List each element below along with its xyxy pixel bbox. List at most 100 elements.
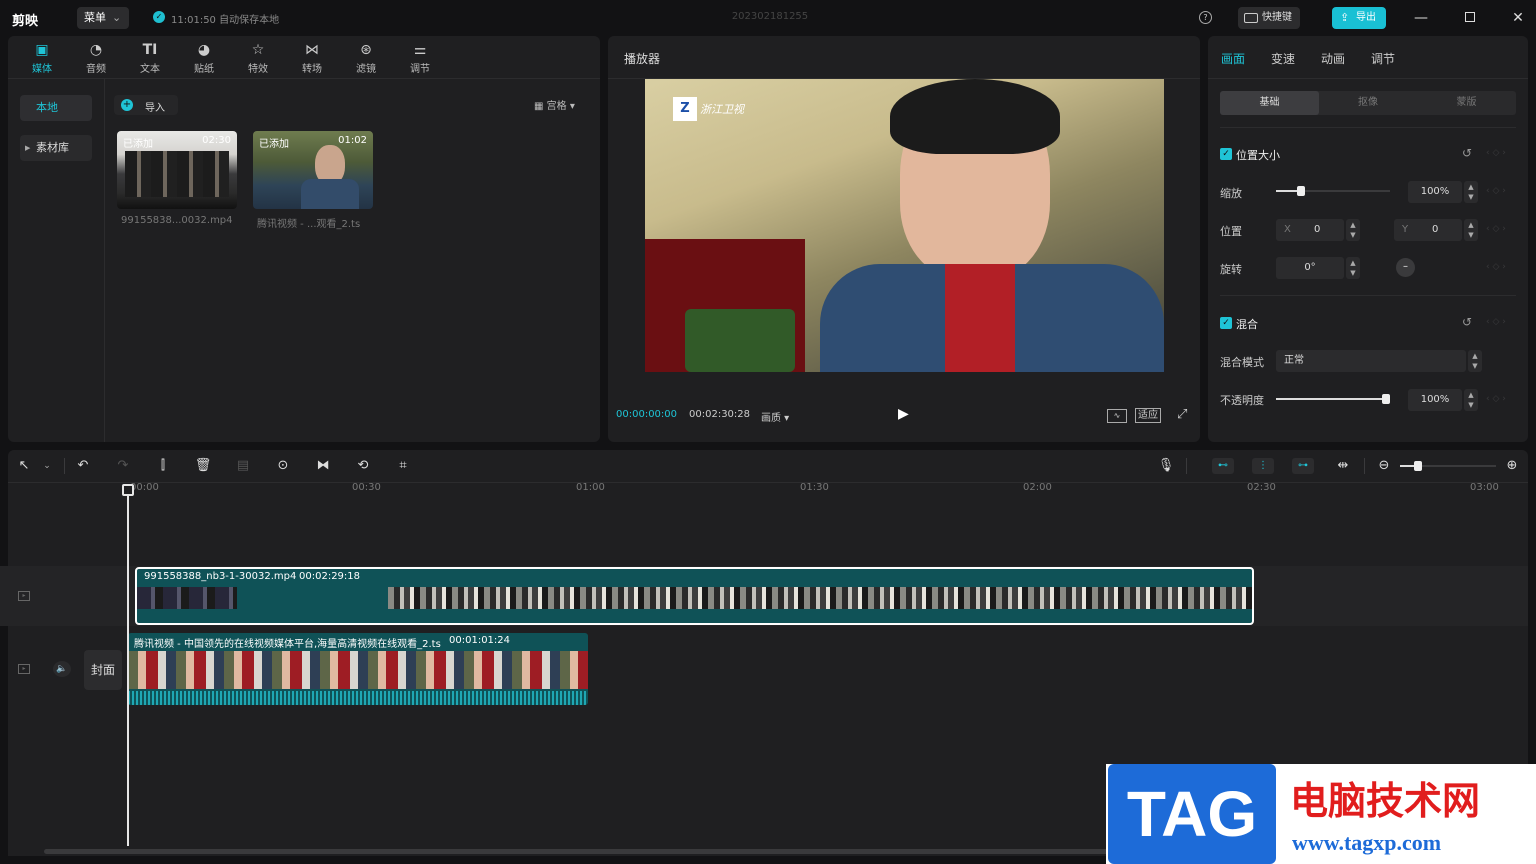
tool-adjust[interactable]: ⚌ 调节 — [400, 40, 440, 75]
segment-basic[interactable]: 基础 — [1220, 91, 1319, 115]
reset-icon[interactable]: ↺ — [1462, 146, 1472, 160]
auto-snap-icon[interactable]: ⋮ — [1252, 458, 1274, 474]
maximize-icon[interactable] — [1461, 9, 1479, 27]
divider — [1208, 78, 1528, 79]
watermark-tag: TAG — [1108, 764, 1276, 864]
export-button[interactable]: ⇪ 导出 — [1332, 7, 1386, 29]
slider-handle[interactable] — [1414, 461, 1422, 471]
position-y-input[interactable]: Y0 — [1394, 219, 1462, 241]
scale-slider[interactable] — [1276, 186, 1390, 196]
tool-filter[interactable]: ⊛ 滤镜 — [346, 40, 386, 75]
zoom-slider[interactable] — [1400, 461, 1496, 471]
segment-mask[interactable]: 蒙版 — [1417, 91, 1516, 115]
blend-checkbox[interactable]: ✓ — [1220, 317, 1232, 329]
rotation-dial-icon[interactable]: – — [1396, 258, 1415, 277]
blend-mode-stepper[interactable]: ▲ ▼ — [1468, 350, 1482, 372]
fit-button[interactable]: 适应 — [1135, 408, 1161, 423]
tab-speed[interactable]: 变速 — [1271, 50, 1295, 67]
opacity-input[interactable]: 100% — [1408, 389, 1462, 411]
chevron-down-icon: ⌄ — [112, 11, 122, 24]
media-thumbnail[interactable]: 已添加 01:02 — [253, 131, 373, 209]
zoom-in-icon[interactable]: ⊕ — [1503, 457, 1521, 475]
added-badge: 已添加 — [123, 139, 153, 150]
view-mode-button[interactable]: ▦ 宫格 ▾ — [534, 97, 575, 112]
mute-icon[interactable]: 🔈 — [53, 661, 71, 677]
play-icon[interactable]: ▶ — [898, 406, 909, 422]
undo-icon[interactable]: ↶ — [74, 457, 92, 475]
position-label: 位置 — [1220, 225, 1242, 238]
sidebar-item-local[interactable]: 本地 — [20, 95, 92, 121]
tool-media[interactable]: ▣ 媒体 — [22, 40, 62, 75]
waveform-icon[interactable]: ∿ — [1107, 409, 1127, 423]
clip-name: 腾讯视频 - 中国领先的在线视频媒体平台,海量高清视频在线观看_2.ts — [134, 639, 441, 650]
tab-picture[interactable]: 画面 — [1221, 50, 1245, 67]
rotation-input[interactable]: 0° — [1276, 257, 1344, 279]
tool-label: 文本 — [140, 64, 160, 75]
position-x-stepper[interactable]: ▲ ▼ — [1346, 219, 1360, 241]
scale-label: 缩放 — [1220, 187, 1242, 200]
rotation-stepper[interactable]: ▲ ▼ — [1346, 257, 1360, 279]
shortcut-label: 快捷键 — [1262, 12, 1292, 23]
tab-adjust[interactable]: 调节 — [1371, 50, 1395, 67]
opacity-stepper[interactable]: ▲ ▼ — [1464, 389, 1478, 411]
menu-button[interactable]: 菜单 ⌄ — [77, 7, 129, 29]
playhead-handle[interactable] — [122, 484, 134, 496]
chevron-down-icon[interactable]: ⌄ — [38, 457, 56, 475]
preview-axis-icon[interactable]: ⇹ — [1334, 457, 1352, 475]
position-size-checkbox[interactable]: ✓ — [1220, 148, 1232, 160]
main-track-magnet-icon[interactable]: ⊷ — [1212, 458, 1234, 474]
zoom-out-icon[interactable]: ⊖ — [1375, 457, 1393, 475]
reset-icon[interactable]: ↺ — [1462, 315, 1472, 329]
video-preview[interactable]: Z 浙江卫视 — [645, 79, 1164, 372]
delete-icon[interactable]: 🗑 — [194, 457, 212, 475]
media-panel — [8, 36, 600, 442]
position-x-input[interactable]: X0 — [1276, 219, 1344, 241]
position-y-stepper[interactable]: ▲ ▼ — [1464, 219, 1478, 241]
fullscreen-icon[interactable]: ⤢ — [1177, 407, 1187, 422]
tool-audio[interactable]: ◔ 音频 — [76, 40, 116, 75]
playhead[interactable] — [127, 486, 129, 846]
current-time: 00:00:00:00 — [616, 409, 678, 420]
channel-logo-text: 浙江卫视 — [700, 103, 744, 116]
menu-label: 菜单 — [84, 11, 106, 24]
tool-label: 贴纸 — [194, 64, 214, 75]
tab-animation[interactable]: 动画 — [1321, 50, 1345, 67]
timeline-clip[interactable]: 腾讯视频 - 中国领先的在线视频媒体平台,海量高清视频在线观看_2.ts 00:… — [128, 633, 588, 705]
close-icon[interactable]: ✕ — [1509, 9, 1527, 27]
select-tool-icon[interactable]: ↖ — [15, 457, 33, 475]
mirror-icon[interactable]: ⧓ — [314, 457, 332, 475]
crop-icon[interactable]: ⌗ — [394, 457, 412, 475]
minimize-icon[interactable]: — — [1412, 9, 1430, 27]
thumbnail-image — [125, 151, 229, 197]
tool-effects[interactable]: ☆ 特效 — [238, 40, 278, 75]
preview-background — [685, 309, 795, 372]
slider-handle[interactable] — [1382, 394, 1390, 404]
microphone-icon[interactable]: 🎙 — [1157, 457, 1175, 475]
blend-mode-select[interactable]: 正常 — [1276, 350, 1466, 372]
rotate-icon[interactable]: ⟲ — [354, 457, 372, 475]
import-button[interactable]: + 导入 — [114, 95, 178, 115]
scale-input[interactable]: 100% — [1408, 181, 1462, 203]
quality-dropdown[interactable]: 画质 ▾ — [761, 409, 789, 424]
sidebar-item-library[interactable]: ▶ 素材库 — [20, 135, 92, 161]
audio-icon: ◔ — [89, 42, 103, 58]
tool-sticker[interactable]: ◕ 贴纸 — [184, 40, 224, 75]
timeline-clip[interactable]: 991558388_nb3-1-30032.mp4 00:02:29:18 — [135, 567, 1254, 625]
segment-matting[interactable]: 抠像 — [1319, 91, 1417, 115]
shortcut-button[interactable]: 快捷键 — [1238, 7, 1300, 29]
tool-text[interactable]: TI 文本 — [130, 40, 170, 75]
reverse-icon[interactable]: ⊙ — [274, 457, 292, 475]
caret-down-icon: ▾ — [781, 413, 790, 424]
slider-handle[interactable] — [1297, 186, 1306, 196]
media-thumbnail[interactable]: 已添加 02:30 — [117, 131, 237, 209]
quality-label: 画质 — [761, 413, 781, 424]
help-icon[interactable]: ? — [1199, 11, 1212, 24]
linkage-icon[interactable]: ⊶ — [1292, 458, 1314, 474]
keyboard-icon — [1244, 13, 1258, 23]
cover-button[interactable]: 封面 — [84, 650, 122, 690]
split-icon[interactable]: ⫿ — [154, 457, 172, 475]
tool-transition[interactable]: ⋈ 转场 — [292, 40, 332, 75]
adjust-icon: ⚌ — [413, 42, 427, 58]
scale-stepper[interactable]: ▲ ▼ — [1464, 181, 1478, 203]
opacity-slider[interactable] — [1276, 394, 1390, 404]
